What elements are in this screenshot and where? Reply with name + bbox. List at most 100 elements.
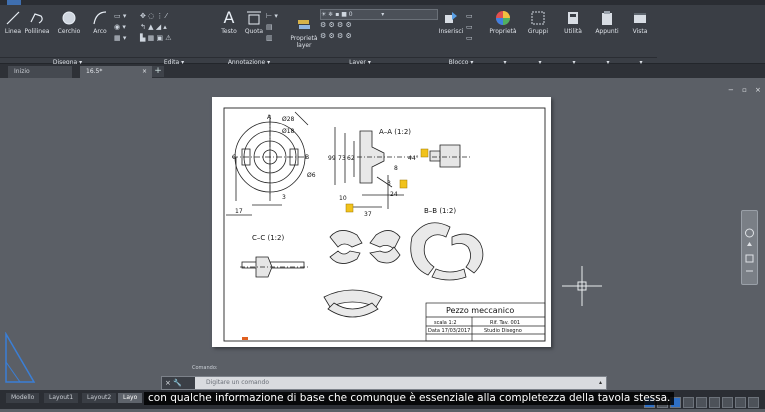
warning-marker-3 [345,203,354,213]
dim-99: 99 [328,155,336,162]
video-subtitle: con qualche informazione di base che com… [144,392,675,405]
tab-start-label: Inizio [14,68,30,75]
section-label-b: B [305,154,309,161]
navigation-bar[interactable] [741,210,758,285]
title-block-date: Data 17/03/2017 [428,328,470,334]
view-aa-label: A–A (1:2) [379,128,411,136]
lineweight-icon [709,397,720,408]
insert-icon [445,12,457,23]
text-tool-button[interactable]: A Testo [219,8,239,36]
dimension-tool-label: Quota [244,28,264,35]
tab-layout2[interactable]: Layout2 [82,393,117,403]
view-button[interactable]: Vista [627,10,653,35]
dim-28: Ø28 [282,116,295,123]
title-block-title: Pezzo meccanico [446,306,514,315]
section-label-a: A [267,114,272,121]
draw-small-tools[interactable]: ▭ ▾ ◉ ▾ ▦ ▾ [114,11,126,44]
circle-tool-button[interactable]: Cerchio [56,10,82,35]
text-icon: A [223,8,235,27]
properties-button[interactable]: Proprietà [487,10,519,35]
file-tab-bar: Inizio 16.5* × + [0,64,765,78]
text-tool-label: Testo [221,28,237,35]
layer-properties-label: Proprietà layer [290,35,318,49]
circle-tool-label: Cerchio [57,28,81,35]
groups-button[interactable]: Gruppi [524,10,552,35]
edit-tools[interactable]: ✥ ◌ ⋮ ⁄ ↰ ▲ ◢ ▴ ▙ ▦ ▣ ⚠ [140,11,172,44]
ribbon: Linea Polilinea Cerchio Arco ▭ ▾ ◉ ▾ ▦ ▾ ✥… [0,5,765,66]
tab-drawing[interactable]: 16.5* × [80,66,152,78]
circle-icon [62,11,76,25]
dim-6: Ø6 [307,172,316,179]
dim-24: 24 [390,191,398,198]
command-history: Comando: [192,365,218,371]
dim-8: 8 [394,165,398,172]
command-input[interactable]: Digitare un comando [206,377,269,389]
dim-17: 17 [235,208,243,215]
tab-start[interactable]: Inizio [8,66,72,78]
utilities-icon [568,12,578,24]
line-tool-button[interactable]: Linea [3,10,23,35]
command-line-controls[interactable]: × 🔧 [162,377,195,389]
polyline-tool-label: Polilinea [24,28,50,35]
tab-drawing-label: 16.5* [86,68,103,75]
insert-block-button[interactable]: Inserisci [438,10,464,35]
line-icon [6,11,20,25]
fullscreen-icon [735,397,746,408]
dim-73: 73 [338,155,346,162]
dimension-tool-button[interactable]: Quota [243,10,265,35]
menu-icon [748,397,759,408]
warning-marker-2 [399,179,408,189]
view-bb-label: B–B (1:2) [424,207,456,215]
layer-controls[interactable]: ☀ ❄ ▪ ■ 0 ▾ ⚙ ⚙ ⚙ ⚙ ⚙ ⚙ ⚙ ⚙ [320,9,438,42]
section-cc-view [240,256,308,278]
annotation-small-tools[interactable]: ⊢ ▾ ▤ ▥ [266,11,278,44]
arc-icon [93,11,107,25]
dim-3b: 3 [387,180,391,187]
side-view [429,144,470,168]
section-aa-view [334,127,417,209]
polyline-tool-button[interactable]: Polilinea [23,10,51,35]
warning-marker-1 [420,148,429,158]
technical-drawing: A B C Ø28 Ø18 Ø6 3 17 99 73 62 A–A (1:2)… [223,107,546,342]
layer-properties-icon [298,20,310,29]
dim-37: 37 [364,211,372,218]
insert-label: Inserisci [438,28,464,35]
dimension-icon [247,11,261,25]
viewport-window-controls[interactable]: − ▫ × [728,86,764,94]
tab-model[interactable]: Modello [6,393,40,403]
layout-paper-sheet: A B C Ø28 Ø18 Ø6 3 17 99 73 62 A–A (1:2)… [212,97,551,347]
polar-icon [683,397,694,408]
title-block-author: Studio Disegno [484,328,522,334]
utilities-button[interactable]: Utilità [559,10,587,35]
view-cc-label: C–C (1:2) [252,234,284,242]
view-icon [634,13,646,23]
tab-layout1[interactable]: Layout1 [44,393,79,403]
clipboard-button[interactable]: Appunti [593,10,621,35]
close-tab-icon[interactable]: × [142,66,147,78]
command-line: × 🔧 Digitare un comando ▴ [161,376,607,390]
clipboard-label: Appunti [595,28,619,35]
osnap-icon [696,397,707,408]
section-label-c: C [232,154,236,161]
clipboard-icon [602,11,612,25]
tab-layout3[interactable]: Layo [118,393,143,403]
new-tab-button[interactable]: + [152,66,164,77]
view-label: Vista [632,28,648,35]
command-dropdown-icon[interactable]: ▴ [599,377,602,389]
crosshair-cursor-icon [562,266,602,306]
color-wheel-icon [496,11,510,25]
dim-18: Ø18 [282,128,295,135]
arc-tool-button[interactable]: Arco [88,10,112,35]
polyline-icon [30,13,43,24]
dim-44: 44° [408,155,419,162]
utilities-label: Utilità [564,28,582,35]
groups-label: Gruppi [527,28,549,35]
ucs-icon [5,332,36,383]
workspace-icon [722,397,733,408]
title-block-scale: scala 1:2 [434,320,457,326]
arc-tool-label: Arco [93,28,107,35]
block-small-tools[interactable]: ▭ ▭ ▭ [466,11,473,44]
line-tool-label: Linea [4,28,22,35]
dim-10: 10 [339,195,347,202]
layer-properties-button[interactable]: Proprietà layer [290,17,318,49]
